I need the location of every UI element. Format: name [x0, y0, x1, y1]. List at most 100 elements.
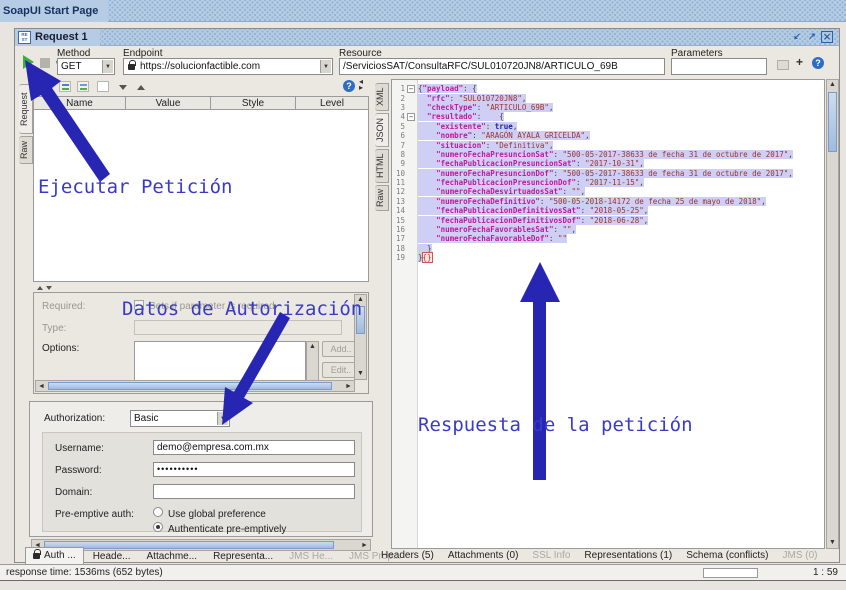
move-param-up-icon[interactable]: [137, 85, 145, 90]
response-link-representations[interactable]: Representations (1): [584, 550, 672, 561]
code-text: "existente": true,: [418, 122, 517, 131]
response-link-attachments[interactable]: Attachments (0): [448, 550, 519, 561]
bottom-tab-jmshe[interactable]: JMS He...: [282, 549, 340, 565]
request-window: RE ST Request 1 ↙ ↗ ✕ ✔ Method GET ▼ End…: [14, 28, 840, 563]
line-number: 14: [392, 206, 405, 215]
fold-toggle-icon[interactable]: −: [407, 85, 415, 93]
auth-panel: Authorization: Basic ▼ Username: demo@em…: [29, 401, 373, 537]
parameters-input[interactable]: [671, 58, 767, 75]
request-window-title-bar[interactable]: RE ST Request 1 ↙ ↗ ✕: [15, 29, 839, 46]
column-header-name[interactable]: Name: [34, 97, 126, 109]
run-request-button[interactable]: [23, 55, 34, 69]
options-listbox[interactable]: [134, 341, 306, 381]
annotation-response: Respuesta de la petición: [418, 414, 693, 436]
chevron-down-icon[interactable]: ▼: [102, 60, 113, 73]
response-tab-json[interactable]: JSON: [375, 113, 389, 147]
response-tab-raw[interactable]: Raw: [375, 185, 389, 211]
response-bottom-links: Headers (5)Attachments (0)SSL InfoRepres…: [381, 550, 817, 561]
params-table-header[interactable]: Name Value Style Level: [33, 96, 369, 110]
status-bar: response time: 1536ms (652 bytes) 1 : 59: [0, 564, 846, 581]
editor-vertical-scrollbar[interactable]: ▲ ▼: [826, 79, 839, 549]
scroll-up-icon[interactable]: ▲: [827, 80, 838, 90]
code-text: "numeroFechaFavorableDof": "": [418, 234, 567, 243]
help-icon[interactable]: ?: [812, 57, 824, 69]
chevron-down-icon[interactable]: ▼: [320, 60, 331, 73]
recreate-params-icon[interactable]: [777, 60, 789, 70]
line-number: 2: [392, 94, 405, 103]
update-params-icon[interactable]: [59, 81, 71, 92]
bottom-tab-auth[interactable]: Auth ...: [25, 547, 84, 565]
revert-params-icon[interactable]: [77, 81, 89, 92]
maximize-window-icon[interactable]: ↗: [806, 31, 818, 43]
response-link-jms: JMS (0): [782, 550, 817, 561]
code-line: 4− "resultado": {: [392, 112, 824, 121]
radio-authenticate-preemptively[interactable]: [153, 522, 163, 532]
username-label: Username:: [55, 443, 104, 454]
bottom-tab-label: Heade...: [93, 551, 131, 562]
bottom-tab-label: JMS He...: [289, 551, 333, 562]
scroll-left-icon[interactable]: ◄: [36, 382, 47, 392]
domain-input[interactable]: [153, 484, 355, 499]
bottom-tab-representa[interactable]: Representa...: [206, 549, 280, 565]
code-line: 3 "checkType": "ARTICULO_69B",: [392, 103, 824, 112]
bottom-tab-heade[interactable]: Heade...: [86, 549, 138, 565]
move-param-down-icon[interactable]: [119, 85, 127, 90]
request-window-title-group: RE ST Request 1: [15, 29, 100, 46]
line-number: 12: [392, 187, 405, 196]
column-header-style[interactable]: Style: [211, 97, 296, 109]
scroll-down-icon[interactable]: ▼: [827, 538, 838, 548]
scroll-up-icon[interactable]: ▲: [307, 342, 318, 352]
authorization-select[interactable]: Basic ▼: [130, 410, 230, 427]
type-label: Type:: [42, 323, 66, 334]
left-tab-request[interactable]: Request: [19, 84, 33, 134]
scroll-right-icon[interactable]: ►: [343, 382, 354, 392]
fold-toggle-icon[interactable]: −: [407, 113, 415, 121]
clear-params-icon[interactable]: [97, 81, 109, 92]
line-number: 8: [392, 150, 405, 159]
close-window-icon[interactable]: ✕: [821, 31, 833, 43]
fold-toggle-icon: [407, 244, 415, 252]
radio-use-global-preference[interactable]: [153, 507, 163, 517]
scroll-down-icon[interactable]: ▼: [355, 369, 366, 379]
fold-toggle-icon: [407, 197, 415, 205]
detail-horizontal-scrollbar[interactable]: ◄ ►: [35, 380, 355, 392]
left-tab-raw[interactable]: Raw: [19, 136, 33, 164]
collapse-left-icon[interactable]: ◂▸: [359, 79, 363, 91]
code-line: 19}{}: [392, 253, 824, 262]
response-link-headers[interactable]: Headers (5): [381, 550, 434, 561]
username-input[interactable]: demo@empresa.com.mx: [153, 440, 355, 455]
stop-request-button[interactable]: [40, 58, 50, 68]
response-tab-xml[interactable]: XML: [375, 83, 389, 111]
params-help-icon[interactable]: ?: [343, 80, 355, 92]
column-header-level[interactable]: Level: [296, 97, 368, 109]
code-line: 13 "numeroFechaDefinitivo": "500-05-2018…: [392, 197, 824, 206]
app-title-bar[interactable]: SoapUI Start Page: [0, 0, 846, 22]
splitter-down-icon[interactable]: [46, 286, 52, 290]
password-input[interactable]: ••••••••••: [153, 462, 355, 477]
line-number: 3: [392, 103, 405, 112]
bottom-tab-attachme[interactable]: Attachme...: [140, 549, 205, 565]
chevron-down-icon[interactable]: ▼: [217, 412, 228, 425]
json-response-editor[interactable]: 1−{"payload": {2 "rfc": "SUL010720JN8",3…: [391, 79, 825, 549]
line-number: 16: [392, 225, 405, 234]
options-scrollbar[interactable]: ▲: [306, 341, 319, 381]
column-header-value[interactable]: Value: [126, 97, 211, 109]
lock-icon: [33, 553, 40, 559]
type-field: [134, 320, 342, 335]
annotation-auth-data: Datos de Autorización: [122, 298, 362, 320]
method-select[interactable]: GET ▼: [57, 58, 115, 75]
line-number: 15: [392, 216, 405, 225]
restore-window-icon[interactable]: ↙: [791, 31, 803, 43]
code-text: }{}: [418, 253, 432, 262]
line-number: 6: [392, 131, 405, 140]
add-param-icon[interactable]: +: [796, 55, 803, 69]
splitter-up-icon[interactable]: [37, 286, 43, 290]
code-text: "numeroFechaDefinitivo": "500-05-2018-14…: [418, 197, 766, 206]
response-link-schemaconflicts[interactable]: Schema (conflicts): [686, 550, 768, 561]
endpoint-combobox[interactable]: https://solucionfactible.com ▼: [123, 58, 333, 75]
response-tab-html[interactable]: HTML: [375, 149, 389, 183]
code-line: 12 "numeroFechaDesvirtuadosSat": "",: [392, 187, 824, 196]
fold-toggle-icon: [407, 103, 415, 111]
resource-input[interactable]: /ServiciosSAT/ConsultaRFC/SUL010720JN8/A…: [339, 58, 665, 75]
code-line: 14 "fechaPublicacionDefinitivosSat": "20…: [392, 206, 824, 215]
